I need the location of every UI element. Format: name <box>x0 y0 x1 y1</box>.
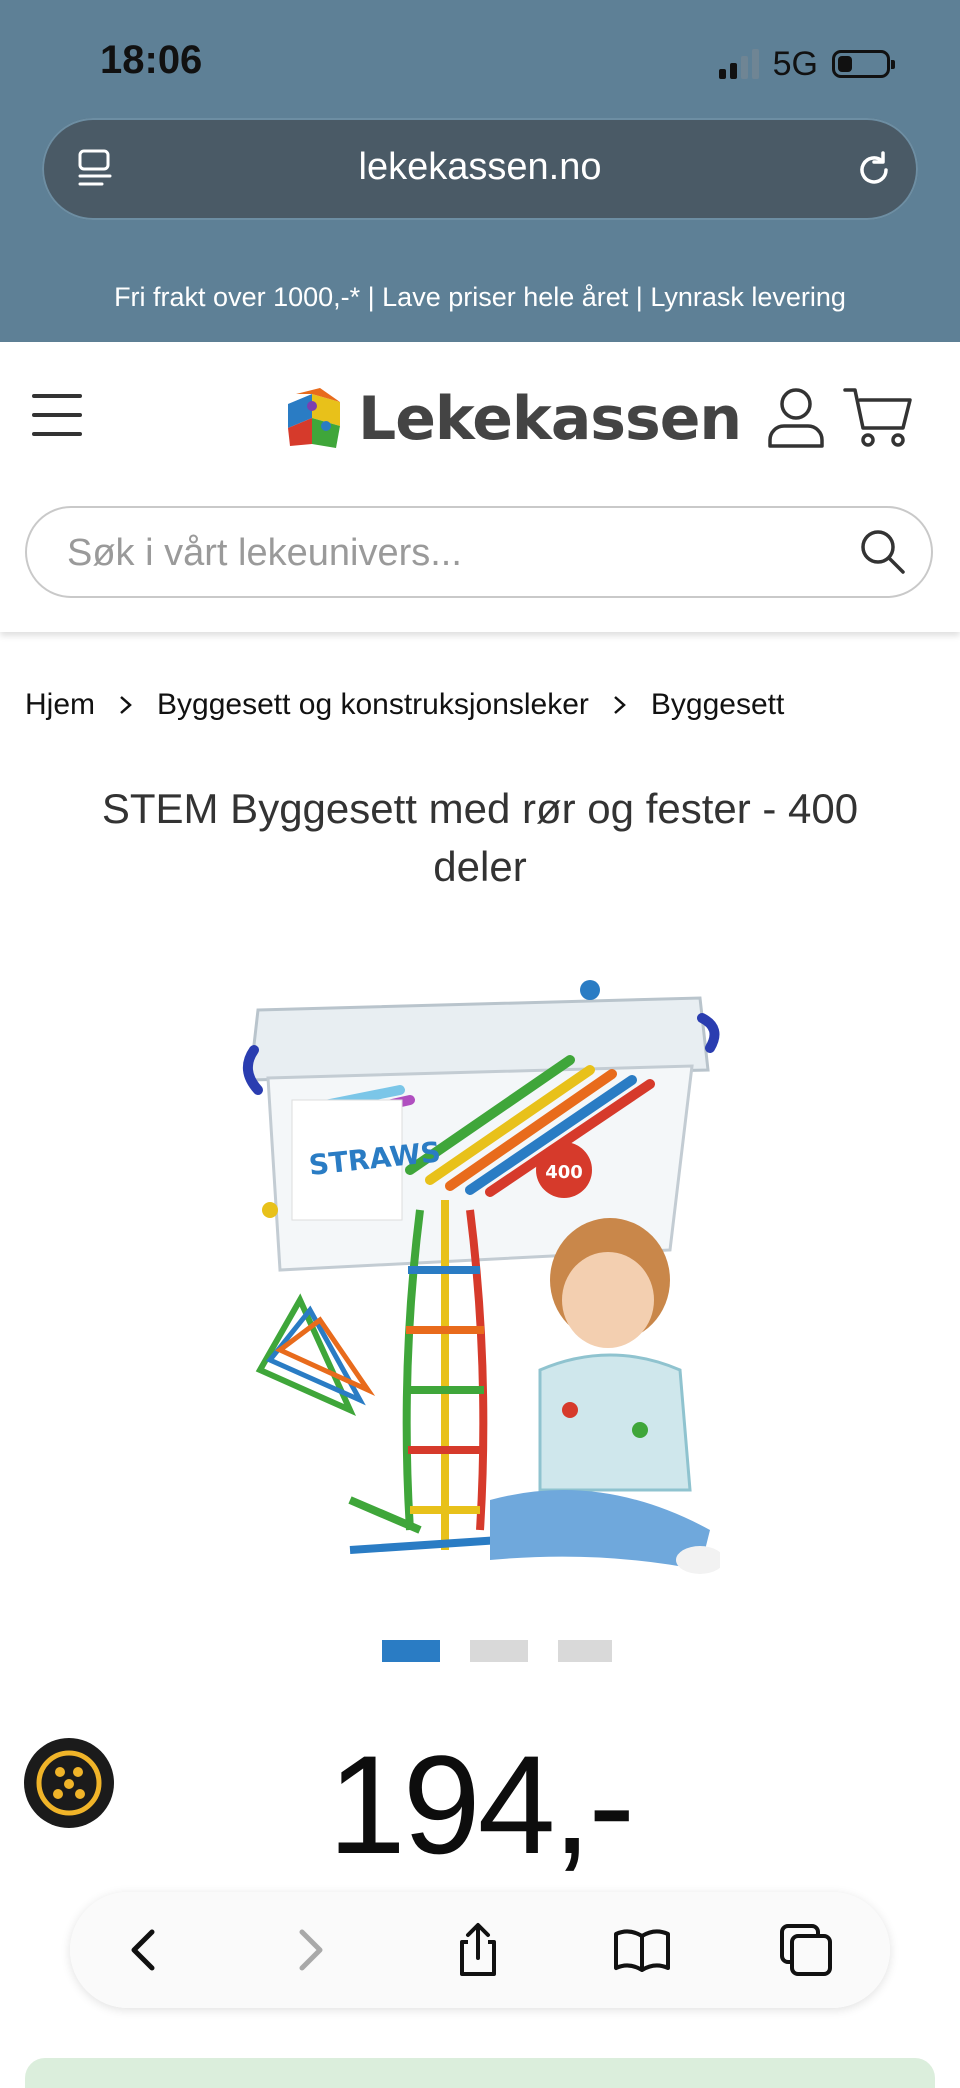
cart-icon[interactable] <box>842 384 914 450</box>
status-time: 18:06 <box>100 38 203 82</box>
chevron-right-icon <box>120 696 132 714</box>
chevron-right-icon <box>614 696 626 714</box>
url-text[interactable]: lekekassen.no <box>42 146 918 189</box>
search-input[interactable] <box>65 524 849 582</box>
carousel-indicators <box>382 1640 612 1662</box>
breadcrumb: Hjem Byggesett og konstruksjonsleker Byg… <box>25 688 784 722</box>
logo-text: Lekekassen <box>358 384 742 454</box>
carousel-dot[interactable] <box>382 1640 440 1662</box>
user-icon[interactable] <box>764 384 828 450</box>
browser-chrome: 18:06 5G lekekassen.no Fri frakt over 10… <box>0 0 960 342</box>
bookmarks-icon[interactable] <box>612 1920 672 1980</box>
product-title: STEM Byggesett med rør og fester - 400 d… <box>101 785 859 890</box>
search-icon[interactable] <box>857 526 909 578</box>
add-to-cart-strip[interactable] <box>25 2058 935 2088</box>
reload-icon[interactable] <box>852 148 896 192</box>
breadcrumb-category[interactable]: Byggesett og konstruksjonsleker <box>157 688 589 722</box>
back-icon[interactable] <box>114 1920 174 1980</box>
share-icon[interactable] <box>448 1920 508 1980</box>
forward-icon[interactable] <box>280 1920 340 1980</box>
site-header: Lekekassen <box>0 342 960 632</box>
product-price: 194,- <box>327 1726 635 1883</box>
breadcrumb-subcategory[interactable]: Byggesett <box>651 688 784 722</box>
address-bar[interactable]: lekekassen.no <box>42 118 918 220</box>
status-indicators: 5G <box>718 44 895 84</box>
signal-icon <box>718 49 759 79</box>
box-count-label: 400 <box>545 1162 583 1183</box>
browser-toolbar <box>70 1892 890 2008</box>
tabs-icon[interactable] <box>776 1920 836 1980</box>
logo-puzzle-icon <box>288 388 340 448</box>
battery-icon <box>832 50 895 78</box>
network-type: 5G <box>772 44 818 83</box>
carousel-dot[interactable] <box>470 1640 528 1662</box>
product-image[interactable]: STRAWS 400 <box>240 970 720 1590</box>
search-box[interactable] <box>25 506 933 598</box>
promo-bar: Fri frakt over 1000,-* | Lave priser hel… <box>114 282 846 312</box>
carousel-dot[interactable] <box>558 1640 612 1662</box>
breadcrumb-home[interactable]: Hjem <box>25 688 95 722</box>
site-logo[interactable]: Lekekassen <box>282 384 742 454</box>
menu-icon[interactable] <box>32 394 82 436</box>
